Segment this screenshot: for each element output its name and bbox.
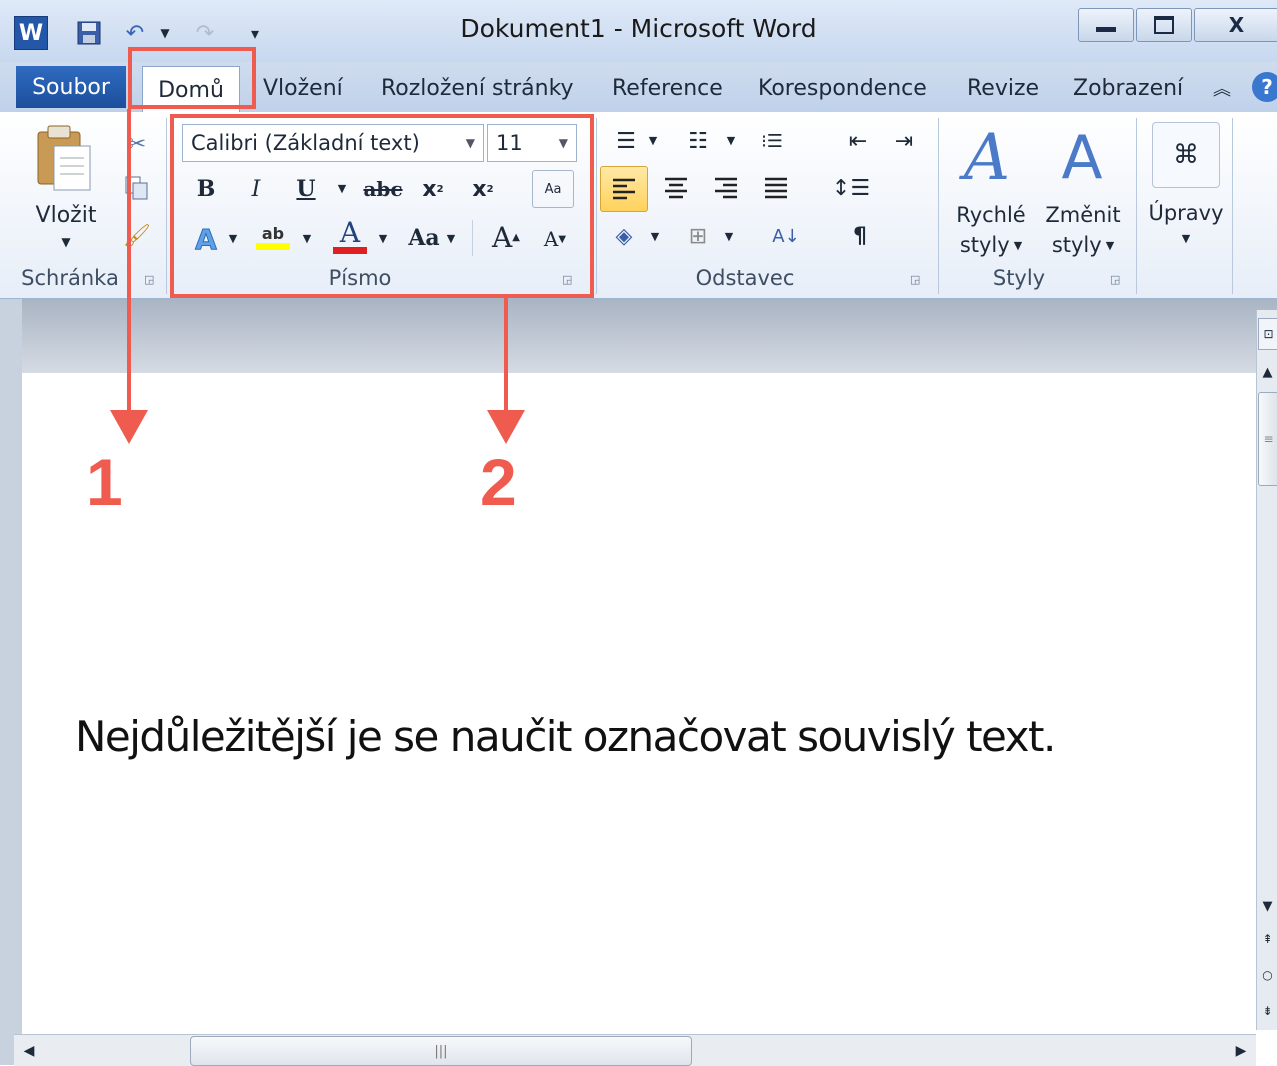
arrow-2-line [504,298,508,420]
maximize-icon [1154,16,1174,34]
align-left-button[interactable] [600,166,648,212]
horizontal-scroll-thumb[interactable]: ||| [190,1036,692,1066]
borders-dropdown-icon[interactable]: ▼ [722,228,736,244]
arrow-1-head-icon [110,410,148,444]
format-painter-icon[interactable]: 🖌 [118,218,156,254]
document-text[interactable]: Nejdůležitější je se naučit označovat so… [75,712,1056,761]
borders-icon[interactable]: ⊞ [678,216,718,256]
tab-revize[interactable]: Revize [967,70,1039,106]
paste-button-label[interactable]: Vložit [22,200,110,230]
ruler-toggle-icon[interactable]: ⊡ [1258,318,1277,350]
styles-dialog-launcher-icon[interactable]: ◲ [1110,273,1124,287]
chevron-down-icon: ▼ [1013,238,1023,252]
chevron-down-icon: ▼ [1105,238,1115,252]
callout-label-2: 2 [480,445,517,519]
numbering-icon[interactable]: ☷ [678,122,718,160]
paragraph-group-label: Odstavec [695,266,795,290]
clipboard-dialog-launcher-icon[interactable]: ◲ [144,273,158,287]
paragraph-dialog-launcher-icon[interactable]: ◲ [910,273,924,287]
previous-page-icon[interactable]: ⇞ [1258,928,1277,950]
change-styles-icon[interactable]: A [1044,120,1120,196]
close-button[interactable]: X [1194,8,1277,42]
editing-dropdown-icon[interactable]: ▼ [1176,230,1196,246]
next-page-icon[interactable]: ⇟ [1258,1000,1277,1022]
left-frame [0,299,22,1065]
increase-indent-icon[interactable]: ⇥ [884,122,924,160]
minimize-button[interactable] [1078,8,1134,42]
group-separator [596,118,597,294]
scroll-right-icon[interactable]: ▶ [1230,1040,1252,1062]
styles-group-label: Styly [992,266,1046,290]
group-separator [938,118,939,294]
decrease-indent-icon[interactable]: ⇤ [838,122,878,160]
quick-styles-label: styly [959,233,1010,257]
group-separator [1136,118,1137,294]
tab-reference[interactable]: Reference [612,70,723,106]
justify-button[interactable] [756,168,796,208]
line-spacing-icon[interactable]: ↕☰ [824,168,878,208]
arrow-1-line [127,109,131,419]
change-styles-label: styly [1051,233,1102,257]
change-styles-line2[interactable]: styly ▼ [1036,230,1130,260]
workspace-background [0,299,1277,373]
highlight-box-font-group [170,114,594,298]
minimize-ribbon-icon[interactable]: ︽ [1213,70,1231,106]
vertical-scroll-thumb[interactable]: ≡ [1258,392,1277,486]
change-styles-line1[interactable]: Změnit [1036,200,1130,230]
tab-zobrazeni[interactable]: Zobrazení [1073,70,1183,106]
align-center-button[interactable] [656,168,696,208]
bullets-icon[interactable]: ☰ [606,122,646,160]
editing-button-label[interactable]: Úpravy [1140,198,1232,228]
align-right-button[interactable] [706,168,746,208]
document-page[interactable] [22,373,1256,1033]
tab-soubor[interactable]: Soubor [16,66,126,108]
scroll-down-icon[interactable]: ▼ [1258,896,1277,916]
numbering-dropdown-icon[interactable]: ▼ [724,132,738,148]
copy-icon[interactable] [120,172,154,204]
scroll-left-icon[interactable]: ◀ [18,1040,40,1062]
group-separator [166,118,167,294]
paste-dropdown-icon[interactable]: ▼ [52,232,80,252]
minimize-icon [1096,26,1116,32]
browse-object-icon[interactable]: ○ [1258,964,1277,986]
paste-icon[interactable] [32,124,98,194]
help-icon[interactable]: ? [1252,72,1277,102]
shading-dropdown-icon[interactable]: ▼ [648,228,662,244]
maximize-button[interactable] [1136,8,1192,42]
binoculars-icon[interactable]: ⌘ [1152,122,1220,188]
tab-vlozeni[interactable]: Vložení [263,70,343,106]
scroll-up-icon[interactable]: ▲ [1258,360,1277,384]
quick-styles-icon[interactable]: A [952,120,1022,196]
arrow-2-head-icon [487,410,525,444]
shading-icon[interactable]: ◈ [604,216,644,256]
sort-icon[interactable]: A↓ [764,216,808,256]
quick-styles-line2[interactable]: styly ▼ [946,230,1036,260]
bullets-dropdown-icon[interactable]: ▼ [646,132,660,148]
cut-icon[interactable]: ✂ [120,128,154,160]
group-separator [1232,118,1233,294]
highlight-box-domu [128,47,256,109]
quick-styles-line1[interactable]: Rychlé [946,200,1036,230]
multilevel-list-icon[interactable]: ⁝☰ [752,122,792,160]
clipboard-group-label: Schránka [21,266,119,290]
tab-korespondence[interactable]: Korespondence [758,70,927,106]
tab-rozlozeni-stranky[interactable]: Rozložení stránky [381,70,574,106]
callout-label-1: 1 [86,445,123,519]
show-formatting-marks-icon[interactable]: ¶ [840,216,880,256]
